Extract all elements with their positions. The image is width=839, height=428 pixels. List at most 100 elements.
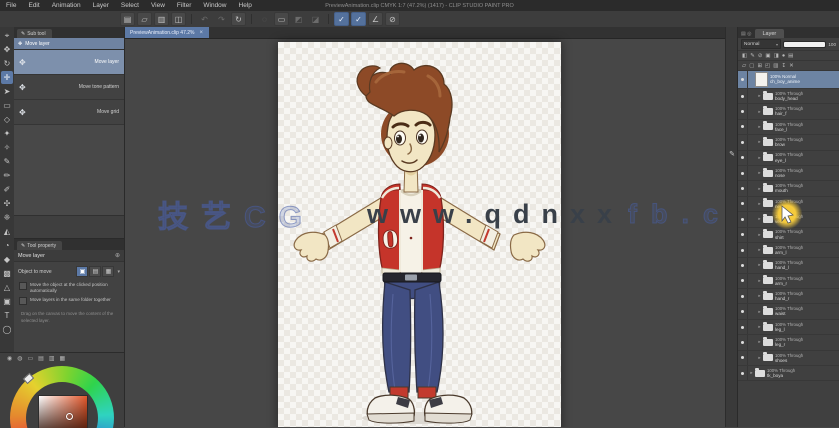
sv-cursor[interactable] [66, 413, 73, 420]
menu-item-select[interactable]: Select [115, 0, 145, 11]
menu-item-animation[interactable]: Animation [46, 0, 87, 11]
expand-arrow-icon[interactable]: ▸ [756, 309, 763, 315]
eyedropper-tool[interactable]: ✧ [1, 141, 13, 154]
layer-row[interactable]: ▸ 100% Through brow [738, 135, 839, 151]
move-layer-tool[interactable]: ✛ [1, 71, 13, 84]
layer-row[interactable]: ▸ 100% Through mouth [738, 181, 839, 197]
expand-arrow-icon[interactable]: ▸ [756, 324, 763, 330]
deselect-icon[interactable]: ◌ [257, 12, 272, 26]
layer-visibility-toggle[interactable] [738, 150, 748, 165]
layer-row[interactable]: ▸ 100% Through arm_r [738, 273, 839, 290]
expand-arrow-icon[interactable]: ▸ [756, 170, 763, 176]
snap-ruler-icon[interactable]: ✓ [334, 12, 349, 26]
lock-layer-icon[interactable]: ✎ [750, 53, 755, 59]
layer-visibility-toggle[interactable] [738, 181, 748, 196]
subtool-panel-tab[interactable]: ✎ Sub tool [17, 29, 52, 38]
snap-grid-icon[interactable]: ∠ [368, 12, 383, 26]
crop-icon[interactable]: ▭ [274, 12, 289, 26]
subtool-group-header[interactable]: ✥ Move layer [14, 38, 124, 50]
menu-item-help[interactable]: Help [233, 0, 258, 11]
layer-visibility-toggle[interactable] [738, 104, 748, 119]
move-clicked-layer-button[interactable]: ▤ [89, 266, 102, 277]
layer-visibility-toggle[interactable] [738, 350, 748, 366]
layer-visibility-toggle[interactable] [738, 196, 748, 212]
layer-visibility-toggle[interactable] [738, 227, 748, 242]
checkbox-icon[interactable] [19, 296, 27, 305]
open-file-icon[interactable]: ▱ [137, 12, 152, 26]
undo-icon[interactable]: ↶ [197, 12, 212, 26]
layer-row[interactable]: ▸ 100% Through nose [738, 165, 839, 182]
layer-row[interactable]: 100% Normal ch_boy_anime [738, 71, 839, 89]
eraser-tool[interactable]: ◭ [1, 225, 13, 238]
text-tool[interactable]: T [1, 309, 13, 322]
layer-row[interactable]: ▸ 100% Through shoes [738, 350, 839, 367]
layer-row[interactable]: ▸ 100% Through shirt [738, 227, 839, 243]
layer-visibility-toggle[interactable] [738, 258, 748, 273]
move-all-layers-button[interactable]: ▦ [102, 266, 115, 277]
hand-tool[interactable]: ✥ [1, 43, 13, 56]
expand-arrow-icon[interactable]: ▸ [756, 201, 763, 207]
color-mixer-icon[interactable]: ▦ [60, 355, 66, 362]
menu-item-window[interactable]: Window [197, 0, 232, 11]
expand-arrow-icon[interactable]: ▸ [756, 339, 763, 345]
frame-border-tool[interactable]: ▣ [1, 295, 13, 308]
gradient-tool[interactable]: ▩ [1, 267, 13, 280]
expand-arrow-icon[interactable]: ▸ [756, 139, 763, 145]
expand-arrow-icon[interactable]: ▸ [756, 232, 763, 238]
color-slider-icon[interactable]: ▭ [28, 355, 34, 362]
tab-layer[interactable]: Layer [754, 29, 785, 38]
chevron-down-icon[interactable]: ▾ [117, 269, 120, 275]
expand-arrow-icon[interactable]: ▸ [756, 278, 763, 284]
decoration-tool[interactable]: ❈ [1, 211, 13, 224]
color-history-icon[interactable]: ▥ [49, 355, 55, 362]
lock-transparent-icon[interactable]: ⊘ [758, 53, 763, 59]
expand-arrow-icon[interactable]: ▸ [756, 216, 763, 222]
layer-visibility-toggle[interactable] [738, 71, 748, 88]
menu-item-edit[interactable]: Edit [22, 0, 45, 11]
menu-item-layer[interactable]: Layer [87, 0, 115, 11]
pencil-tool[interactable]: ✏ [1, 169, 13, 182]
layer-visibility-toggle[interactable] [738, 335, 748, 350]
layer-row[interactable]: ▸ 100% Through hand_l [738, 258, 839, 274]
reference-layer-icon[interactable]: ◨ [774, 53, 779, 59]
airbrush-tool[interactable]: ✣ [1, 197, 13, 210]
expand-arrow-icon[interactable]: ▸ [756, 93, 763, 99]
draft-layer-icon[interactable]: ● [782, 53, 785, 59]
new-vector-layer-icon[interactable]: ▢ [749, 63, 754, 69]
invert-select-icon[interactable]: ◩ [291, 12, 306, 26]
export-icon[interactable]: ◫ [171, 12, 186, 26]
document-tab[interactable]: PreviewAnimation.clip 47.2% × [124, 27, 209, 38]
layer-visibility-toggle[interactable] [738, 165, 748, 181]
menu-item-file[interactable]: File [0, 0, 22, 11]
color-circle-icon[interactable]: ◍ [17, 355, 22, 362]
blend-icon[interactable]: ◧ [742, 53, 747, 59]
canvas-page[interactable]: 0 [278, 42, 561, 427]
layer-row[interactable]: ▸ 100% Through arm_l [738, 242, 839, 259]
snap-off-icon[interactable]: ⊘ [385, 12, 400, 26]
expand-arrow-icon[interactable]: ▸ [756, 262, 763, 268]
redo-icon[interactable]: ↷ [214, 12, 229, 26]
layer-row[interactable]: ▸ 100% Through waist [738, 304, 839, 320]
color-swatch-tool[interactable]: ◯ [1, 323, 13, 336]
subtool-item-move-tone-pattern[interactable]: ✥ Move tone pattern [14, 75, 124, 100]
expand-arrow-icon[interactable]: ▸ [756, 247, 763, 253]
auto-select-tool[interactable]: ✦ [1, 127, 13, 140]
save-icon[interactable]: ▥ [154, 12, 169, 26]
layer-visibility-toggle[interactable] [738, 319, 748, 335]
menu-item-view[interactable]: View [145, 0, 171, 11]
expand-arrow-icon[interactable]: ▸ [756, 355, 763, 361]
figure-tool[interactable]: △ [1, 281, 13, 294]
new-canvas-icon[interactable]: ▤ [120, 12, 135, 26]
canvas-viewport[interactable]: 0 技艺CG www.qdnxx fb.c [124, 38, 726, 427]
layer-color-icon[interactable]: ▤ [788, 53, 793, 59]
layer-row[interactable]: ▸ 100% Through vest [738, 212, 839, 228]
operation-tool[interactable]: ➤ [1, 85, 13, 98]
expand-arrow-icon[interactable]: ▸ [756, 155, 763, 161]
color-set-icon[interactable]: ▤ [38, 355, 44, 362]
new-folder-icon[interactable]: ⊞ [757, 63, 762, 69]
layer-row[interactable]: ▸ 100% Through hand_r [738, 289, 839, 305]
menu-item-filter[interactable]: Filter [171, 0, 197, 11]
settings-icon[interactable]: ⊕ [115, 252, 120, 259]
combine-layer-icon[interactable]: ▥ [773, 63, 778, 69]
layer-row[interactable]: ▸ 100% Through leg_r [738, 335, 839, 351]
